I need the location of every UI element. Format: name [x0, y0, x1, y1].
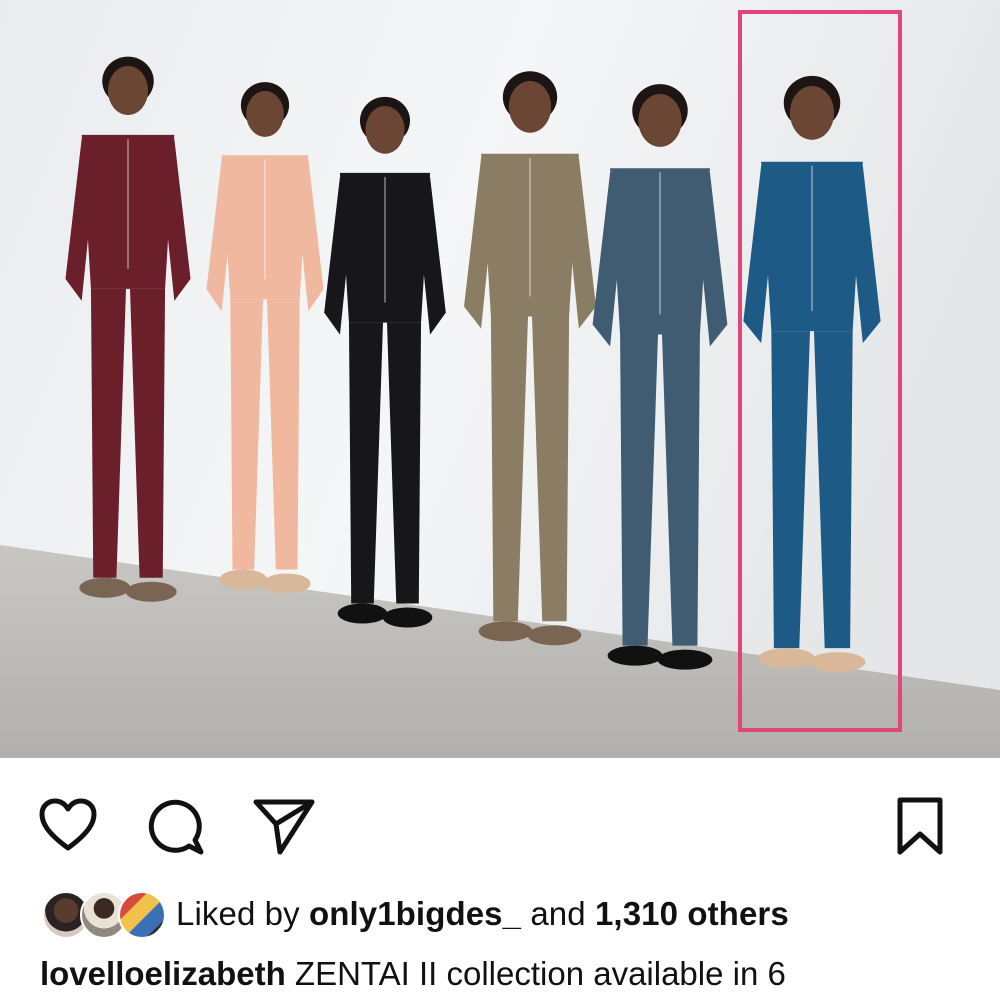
bookmark-icon[interactable]	[888, 794, 952, 858]
model-head	[246, 91, 284, 137]
model-shoe	[607, 645, 663, 666]
model-shoe	[809, 652, 866, 673]
liker-username[interactable]: only1bigdes_	[309, 895, 521, 932]
model-shoe	[79, 577, 131, 598]
model-head	[789, 86, 835, 140]
likes-count[interactable]: 1,310 others	[595, 895, 789, 932]
avatar	[118, 891, 166, 939]
likes-text: Liked by only1bigdes_ and 1,310 others	[176, 895, 789, 933]
model-shoe	[262, 573, 311, 594]
model-shoe	[478, 621, 533, 642]
model-shoe	[758, 648, 815, 669]
likes-middle: and	[521, 895, 595, 932]
model-shoe	[219, 569, 268, 590]
likes-summary[interactable]: Liked by only1bigdes_ and 1,310 others	[40, 886, 789, 942]
model-head	[107, 66, 149, 116]
model-shoe	[337, 603, 388, 624]
model-head	[365, 106, 405, 154]
model-shoe	[657, 649, 713, 670]
heart-icon[interactable]	[36, 794, 100, 858]
caption-text: ZENTAI II collection available in 6	[294, 955, 786, 992]
comment-icon[interactable]	[145, 794, 209, 858]
post-photo[interactable]	[0, 0, 1000, 758]
paper-plane-icon[interactable]	[252, 794, 316, 858]
model-head	[638, 94, 682, 147]
likes-prefix: Liked by	[176, 895, 309, 932]
model-shoe	[527, 625, 582, 646]
model-shoe	[382, 607, 433, 628]
model-shoe	[125, 581, 177, 602]
liker-avatars	[40, 889, 166, 939]
action-bar	[0, 758, 1000, 876]
post-caption: lovelloelizabeth ZENTAI II collection av…	[40, 955, 786, 993]
caption-username[interactable]: lovelloelizabeth	[40, 955, 286, 992]
model-head	[508, 81, 552, 133]
